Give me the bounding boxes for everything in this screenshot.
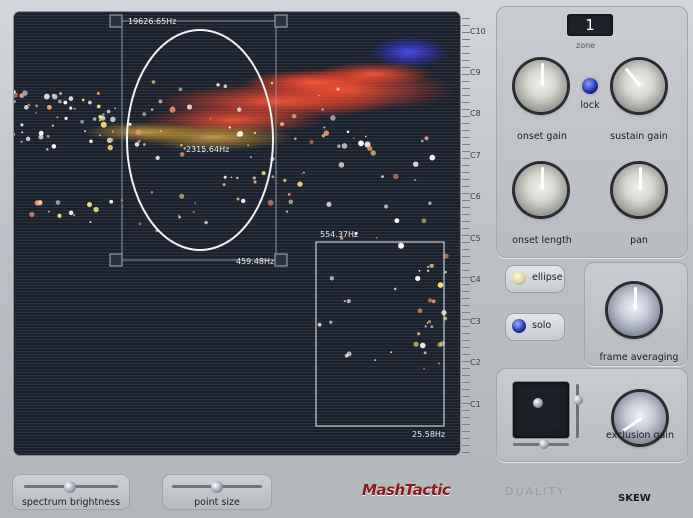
duality-logo: DUALITY xyxy=(505,485,566,498)
point-size-label: point size xyxy=(194,497,240,508)
mashtactic-logo: MashTactic xyxy=(362,481,451,499)
spectrum-brightness-label: spectrum brightness xyxy=(21,497,121,508)
ellipse-handle-br[interactable] xyxy=(274,253,288,267)
zone-label: zone xyxy=(576,41,596,50)
ellipse-bottom-freq: 459.48Hz xyxy=(236,257,274,266)
onset-gain-knob[interactable] xyxy=(515,60,567,112)
spectrum-canvas[interactable]: 19626.65Hz 2315.64Hz 459.48Hz 554.37Hz 2… xyxy=(14,12,460,455)
sustain-gain-knob[interactable] xyxy=(613,60,665,112)
lock-button[interactable] xyxy=(582,78,598,94)
pan-label: pan xyxy=(630,235,648,246)
panning-v-handle[interactable] xyxy=(573,395,583,405)
ellipse-led xyxy=(512,271,526,285)
onset-length-knob[interactable] xyxy=(515,164,567,216)
pan-knob[interactable] xyxy=(613,164,665,216)
octave-label: C7 xyxy=(470,151,481,160)
octave-label: C8 xyxy=(470,109,481,118)
rect-top-freq: 554.37Hz xyxy=(320,230,358,239)
ellipse-handle-tl[interactable] xyxy=(109,14,123,28)
ellipse-handle-bl[interactable] xyxy=(109,253,123,267)
octave-label: C1 xyxy=(470,400,481,409)
octave-ruler: C10 C9 C8 C7 C6 C5 C4 C3 C2 C1 xyxy=(462,12,492,455)
exclusion-gain-label: exclusion gain xyxy=(606,430,674,441)
panning-v-track[interactable] xyxy=(576,384,579,438)
frame-averaging-label: frame averaging xyxy=(599,352,679,363)
octave-label: C5 xyxy=(470,234,481,243)
octave-label: C3 xyxy=(470,317,481,326)
panning-puck[interactable] xyxy=(533,398,543,408)
lock-label: lock xyxy=(580,100,600,111)
zone-number-display[interactable]: 1 xyxy=(567,14,613,36)
octave-ticks xyxy=(462,12,470,455)
spectrum-display[interactable]: 19626.65Hz 2315.64Hz 459.48Hz 554.37Hz 2… xyxy=(14,12,460,455)
onset-length-label: onset length xyxy=(512,235,572,246)
octave-label: C10 xyxy=(470,27,486,36)
skew-logo: SKEW xyxy=(618,493,651,504)
onset-gain-label: onset gain xyxy=(517,131,567,142)
ellipse-center-freq: 2315.64Hz xyxy=(186,145,229,154)
ellipse-button-label: ellipse xyxy=(532,272,563,283)
octave-label: C4 xyxy=(470,275,481,284)
rect-bottom-freq: 25.58Hz xyxy=(412,430,445,439)
ellipse-top-freq: 19626.65Hz xyxy=(128,17,176,26)
spectrum-brightness-handle[interactable] xyxy=(64,481,76,493)
solo-button[interactable]: solo xyxy=(506,314,564,340)
solo-led xyxy=(512,319,526,333)
octave-label: C2 xyxy=(470,358,481,367)
point-size-handle[interactable] xyxy=(211,481,223,493)
frame-averaging-knob[interactable] xyxy=(608,284,660,336)
ellipse-handle-tr[interactable] xyxy=(274,14,288,28)
ellipse-button[interactable]: ellipse xyxy=(506,266,564,292)
solo-button-label: solo xyxy=(532,320,552,331)
octave-label: C6 xyxy=(470,192,481,201)
octave-label: C9 xyxy=(470,68,481,77)
panning-label: panning xyxy=(523,427,563,438)
panning-h-handle[interactable] xyxy=(539,439,549,449)
sustain-gain-label: sustain gain xyxy=(610,131,668,142)
